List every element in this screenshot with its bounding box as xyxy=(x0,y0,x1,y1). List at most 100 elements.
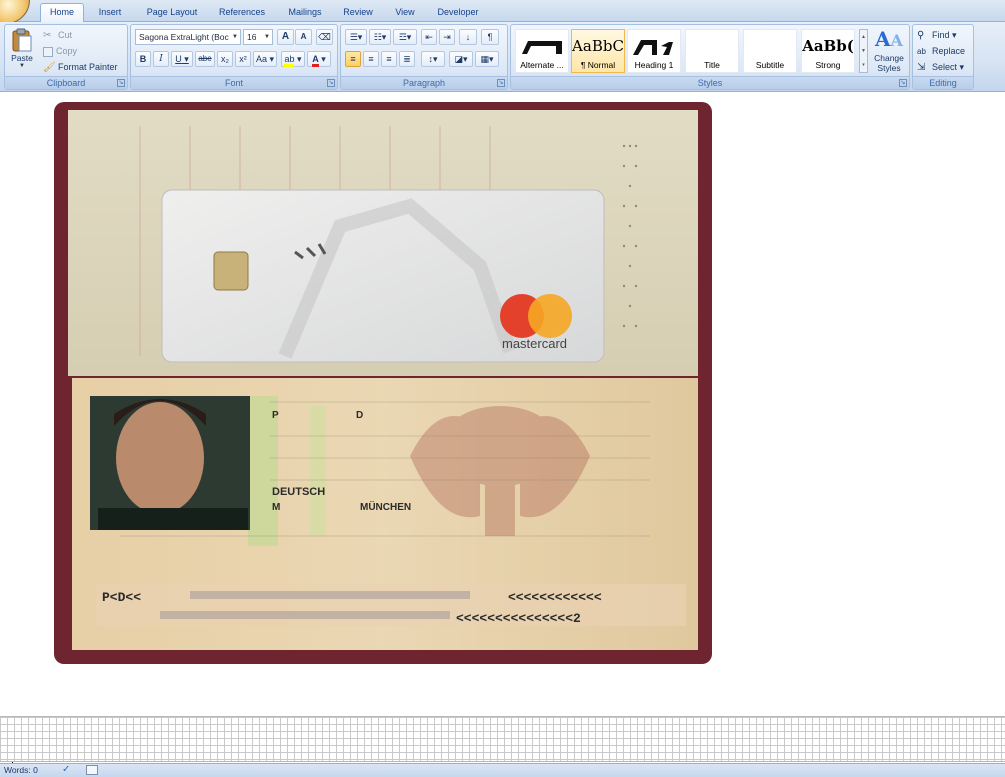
align-left-button[interactable]: ≡ xyxy=(345,51,361,67)
sort-button[interactable]: ↓ xyxy=(459,29,477,45)
subscript-button[interactable]: x₂ xyxy=(217,51,233,67)
tab-review[interactable]: Review xyxy=(338,5,378,22)
line-spacing-button[interactable]: ↕▾ xyxy=(421,51,445,67)
style-heading-1[interactable]: Heading 1 xyxy=(627,29,681,73)
style-preview-heading-1 xyxy=(628,33,680,59)
styles-gallery-scroll[interactable]: ▲ ▼ ▾ xyxy=(859,29,868,73)
change-case-button[interactable]: Aa ▾ xyxy=(253,51,277,67)
style-preview-title xyxy=(686,33,738,59)
paste-dropdown-icon: ▼ xyxy=(19,63,25,69)
cut-label: Cut xyxy=(58,30,73,40)
style-subtitle[interactable]: Subtitle xyxy=(743,29,797,73)
card-chip xyxy=(213,251,249,291)
align-left-icon: ≡ xyxy=(350,54,356,64)
select-button[interactable]: ⇲ Select ▾ xyxy=(917,59,964,75)
font-name-combo[interactable]: Sagona ExtraLight (Boc ▼ xyxy=(135,29,241,45)
document-canvas[interactable]: mastercard P D DEUTSCH M MÜNCHEN P<D<< <… xyxy=(0,93,1005,772)
bullets-icon: ☰ xyxy=(349,32,358,42)
ribbon-tab-strip: Home Insert Page Layout References Maili… xyxy=(0,0,1005,23)
chevron-down-icon: ▼ xyxy=(232,34,238,40)
strikethrough-button[interactable]: abe xyxy=(195,51,215,67)
numbering-button[interactable]: ☷▾ xyxy=(369,29,391,45)
clear-formatting-button[interactable]: ⌫ xyxy=(316,29,333,45)
style-title[interactable]: Title xyxy=(685,29,739,73)
decrease-indent-icon: ⇤ xyxy=(425,32,433,42)
paragraph-dialog-launcher[interactable]: ↘ xyxy=(497,79,505,87)
align-right-button[interactable]: ≡ xyxy=(381,51,397,67)
gridlines-strip xyxy=(0,716,1005,762)
style-preview-strong: AaBb( xyxy=(802,37,854,55)
tab-mailings[interactable]: Mailings xyxy=(280,5,330,22)
clipboard-group: Paste ▼ ✂ Cut Copy 🖌 Format Painter Clipbo… xyxy=(4,24,128,90)
tab-view[interactable]: View xyxy=(388,5,422,22)
font-color-icon: A xyxy=(312,55,319,67)
scissors-icon: ✂ xyxy=(43,29,52,41)
shading-button[interactable]: ◪▾ xyxy=(449,51,473,67)
increase-indent-button[interactable]: ⇥ xyxy=(439,29,455,45)
replace-button[interactable]: ab Replace xyxy=(917,43,965,59)
style-normal[interactable]: AaBbC ¶ Normal xyxy=(571,29,625,73)
bullets-button[interactable]: ☰▾ xyxy=(345,29,367,45)
grow-font-button[interactable]: A xyxy=(277,29,294,45)
justify-button[interactable]: ≣ xyxy=(399,51,415,67)
alternate-style-glyph-icon xyxy=(522,41,562,54)
style-preview-subtitle xyxy=(744,33,796,59)
styles-dialog-launcher[interactable]: ↘ xyxy=(899,79,907,87)
font-color-button[interactable]: A ▾ xyxy=(307,51,331,67)
change-styles-button[interactable]: AA Change Styles xyxy=(871,27,907,75)
tab-page-layout[interactable]: Page Layout xyxy=(140,5,204,22)
show-formatting-button[interactable]: ¶ xyxy=(481,29,499,45)
tab-developer[interactable]: Developer xyxy=(430,5,486,22)
macro-recording-icon[interactable] xyxy=(86,765,98,775)
copy-button[interactable]: Copy xyxy=(43,43,77,59)
format-painter-button[interactable]: 🖌 Format Painter xyxy=(43,59,118,75)
font-dialog-launcher[interactable]: ↘ xyxy=(327,79,335,87)
shrink-font-button[interactable]: A xyxy=(295,29,312,45)
superscript-button[interactable]: x² xyxy=(235,51,251,67)
align-center-icon: ≡ xyxy=(368,54,374,64)
passport-type: P xyxy=(272,410,279,421)
tab-insert[interactable]: Insert xyxy=(88,5,132,22)
copy-label: Copy xyxy=(56,46,78,56)
clipboard-dialog-launcher[interactable]: ↘ xyxy=(117,79,125,87)
decrease-indent-button[interactable]: ⇤ xyxy=(421,29,437,45)
replace-icon: ab xyxy=(917,46,926,56)
paste-button[interactable]: Paste ▼ xyxy=(9,27,35,73)
chevron-down-icon: ▼ xyxy=(264,34,270,40)
font-group-label: Font xyxy=(131,76,337,89)
find-button[interactable]: ⚲ Find ▾ xyxy=(917,27,957,43)
underline-button[interactable]: U ▾ xyxy=(171,51,193,67)
increase-indent-icon: ⇥ xyxy=(443,32,451,42)
passport-code: D xyxy=(356,410,363,421)
multilevel-list-button[interactable]: ☲▾ xyxy=(393,29,417,45)
tab-references[interactable]: References xyxy=(210,5,274,22)
passport-image[interactable]: mastercard P D DEUTSCH M MÜNCHEN P<D<< <… xyxy=(10,96,792,684)
paragraph-group: ☰▾ ☷▾ ☲▾ ⇤ ⇥ ↓ ¶ ≡ ≡ ≡ ≣ ↕▾ ◪▾ ▦▾ Paragr… xyxy=(340,24,508,90)
align-center-button[interactable]: ≡ xyxy=(363,51,379,67)
style-alternate[interactable]: Alternate ... xyxy=(515,29,569,73)
highlighter-icon: ab xyxy=(284,55,295,67)
change-styles-label: Change Styles xyxy=(874,53,904,73)
tab-home[interactable]: Home xyxy=(40,3,84,23)
style-strong[interactable]: AaBb( Strong xyxy=(801,29,855,73)
word-count[interactable]: Words: 0 xyxy=(4,765,38,775)
highlight-button[interactable]: ab ▾ xyxy=(281,51,305,67)
proofing-icon[interactable]: ✓ xyxy=(62,764,70,775)
change-case-label: Aa xyxy=(255,54,267,64)
copy-icon xyxy=(43,46,53,57)
multilevel-list-icon: ☲ xyxy=(398,32,407,42)
borders-button[interactable]: ▦▾ xyxy=(475,51,499,67)
font-name-value: Sagona ExtraLight (Boc xyxy=(139,32,229,42)
paste-icon xyxy=(12,28,32,52)
cut-button[interactable]: ✂ Cut xyxy=(43,27,72,43)
pilcrow-icon: ¶ xyxy=(487,32,493,42)
style-name-normal: ¶ Normal xyxy=(580,60,616,70)
numbering-icon: ☷ xyxy=(373,32,382,42)
font-size-combo[interactable]: 16 ▼ xyxy=(243,29,273,45)
italic-button[interactable]: I xyxy=(153,51,169,67)
strikethrough-label: abe xyxy=(198,54,212,63)
paragraph-group-label: Paragraph xyxy=(341,76,507,89)
format-painter-icon: 🖌 xyxy=(43,61,56,73)
bold-button[interactable]: B xyxy=(135,51,151,67)
editing-group: ⚲ Find ▾ ab Replace ⇲ Select ▾ Editing xyxy=(912,24,974,90)
